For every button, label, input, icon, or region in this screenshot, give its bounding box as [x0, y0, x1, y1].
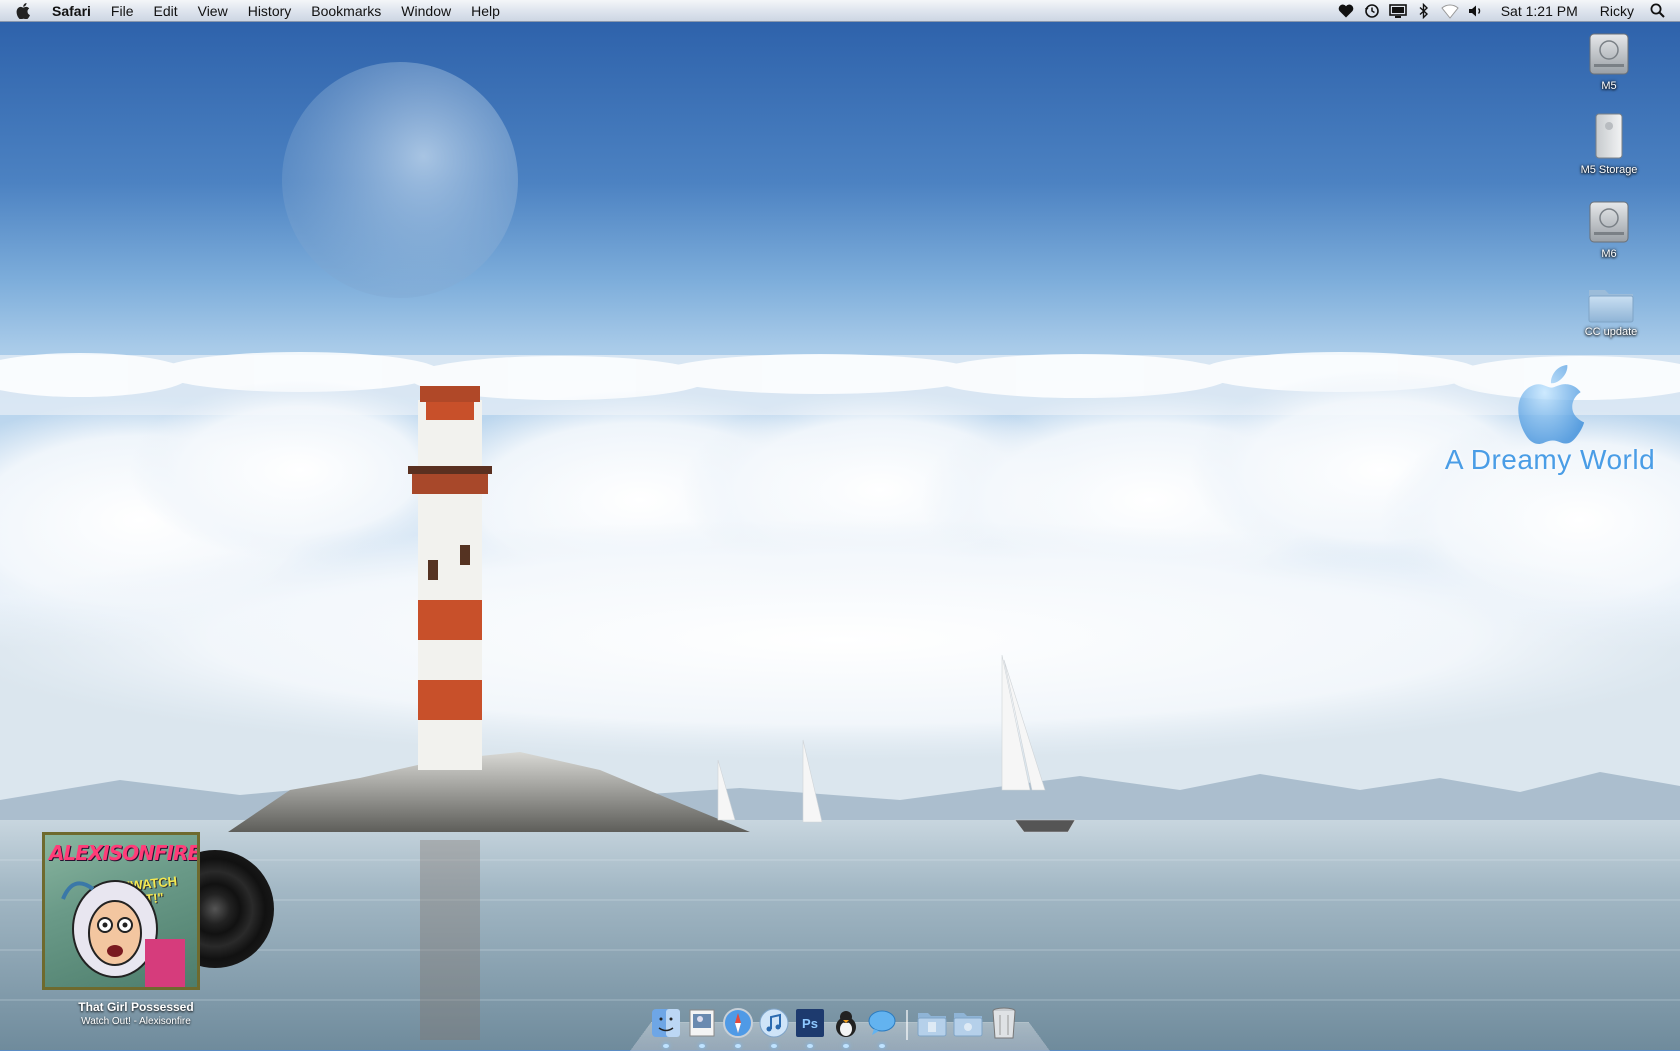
album-cover: ALEXISONFIRE "WATCH OUT!" [42, 832, 200, 990]
display-icon[interactable] [1385, 0, 1411, 22]
wallpaper-title: A Dreamy World [1444, 444, 1656, 475]
menu-edit[interactable]: Edit [143, 0, 187, 22]
menu-clock[interactable]: Sat 1:21 PM [1489, 3, 1590, 19]
desktop-icon-cc-update[interactable]: CC update [1556, 284, 1666, 338]
dock: Ps [648, 1000, 1022, 1048]
finder-icon [652, 1009, 680, 1037]
running-indicator [843, 1044, 849, 1048]
wallpaper-watermark: A Dreamy World [1430, 360, 1670, 476]
app-menu-safari[interactable]: Safari [52, 0, 101, 22]
ichat-icon [868, 1010, 896, 1035]
menu-window[interactable]: Window [391, 0, 461, 22]
menu-bar: Safari File Edit View History Bookmarks … [0, 0, 1680, 22]
photoshop-label: Ps [802, 1016, 818, 1031]
apple-menu-icon[interactable] [16, 2, 38, 19]
trash-icon [992, 1007, 1016, 1039]
external-drive-icon [1595, 113, 1623, 159]
fast-user-switch[interactable]: Ricky [1590, 3, 1644, 19]
now-playing-artist: Watch Out! - Alexisonfire [81, 1016, 191, 1027]
spotlight-search-icon[interactable] [1644, 0, 1670, 22]
adium-icon [836, 1011, 856, 1037]
running-indicator [879, 1044, 885, 1048]
dock-separator [906, 1010, 908, 1040]
safari-icon [723, 1008, 753, 1038]
running-indicator [807, 1044, 813, 1048]
desktop-icon-label: M5 [1601, 80, 1617, 92]
bluetooth-icon[interactable] [1411, 0, 1437, 22]
heart-icon[interactable] [1333, 0, 1359, 22]
pictures-stack-icon [953, 1013, 983, 1037]
dock-preview[interactable] [685, 1006, 719, 1048]
desktop-icon-label: M6 [1601, 248, 1617, 260]
dock-adium[interactable] [829, 1006, 863, 1048]
hard-drive-icon [1589, 201, 1629, 243]
desktop-icon-m5[interactable]: M5 [1554, 30, 1664, 92]
time-machine-icon[interactable] [1359, 0, 1385, 22]
menu-extras: Sat 1:21 PM Ricky [1333, 0, 1680, 22]
volume-icon[interactable] [1463, 0, 1489, 22]
desktop-icon-m6[interactable]: M6 [1554, 198, 1664, 260]
menu-history[interactable]: History [238, 0, 302, 22]
now-playing-track: That Girl Possessed [78, 1000, 194, 1014]
dock-finder[interactable] [649, 1006, 683, 1048]
itunes-icon [759, 1008, 789, 1038]
wifi-icon[interactable] [1437, 0, 1463, 22]
dock-ichat[interactable] [865, 1006, 899, 1048]
running-indicator [699, 1044, 705, 1048]
dock-safari[interactable] [721, 1006, 755, 1048]
album-band-text: ALEXISONFIRE [49, 841, 200, 865]
menu-view[interactable]: View [188, 0, 238, 22]
running-indicator [735, 1044, 741, 1048]
menu-help[interactable]: Help [461, 0, 510, 22]
desktop-icon-label: CC update [1584, 326, 1638, 338]
running-indicator [663, 1044, 669, 1048]
album-illustration [61, 880, 185, 987]
hard-drive-icon [1589, 33, 1629, 75]
desktop-icon-m5-storage[interactable]: M5 Storage [1554, 112, 1664, 176]
dock-photoshop[interactable]: Ps [793, 1006, 827, 1048]
documents-stack-icon [917, 1013, 947, 1037]
apple-logo-icon [1518, 364, 1585, 444]
desktop-icon-label: M5 Storage [1580, 164, 1638, 176]
folder-icon [1588, 290, 1634, 323]
photoshop-icon: Ps [796, 1009, 824, 1037]
dock-pictures-stack[interactable] [951, 1006, 985, 1040]
menu-bookmarks[interactable]: Bookmarks [301, 0, 391, 22]
menu-file[interactable]: File [101, 0, 144, 22]
dock-trash[interactable] [987, 1006, 1021, 1040]
dock-documents-stack[interactable] [915, 1006, 949, 1040]
dock-itunes[interactable] [757, 1006, 791, 1048]
preview-icon [689, 1009, 715, 1037]
running-indicator [771, 1044, 777, 1048]
